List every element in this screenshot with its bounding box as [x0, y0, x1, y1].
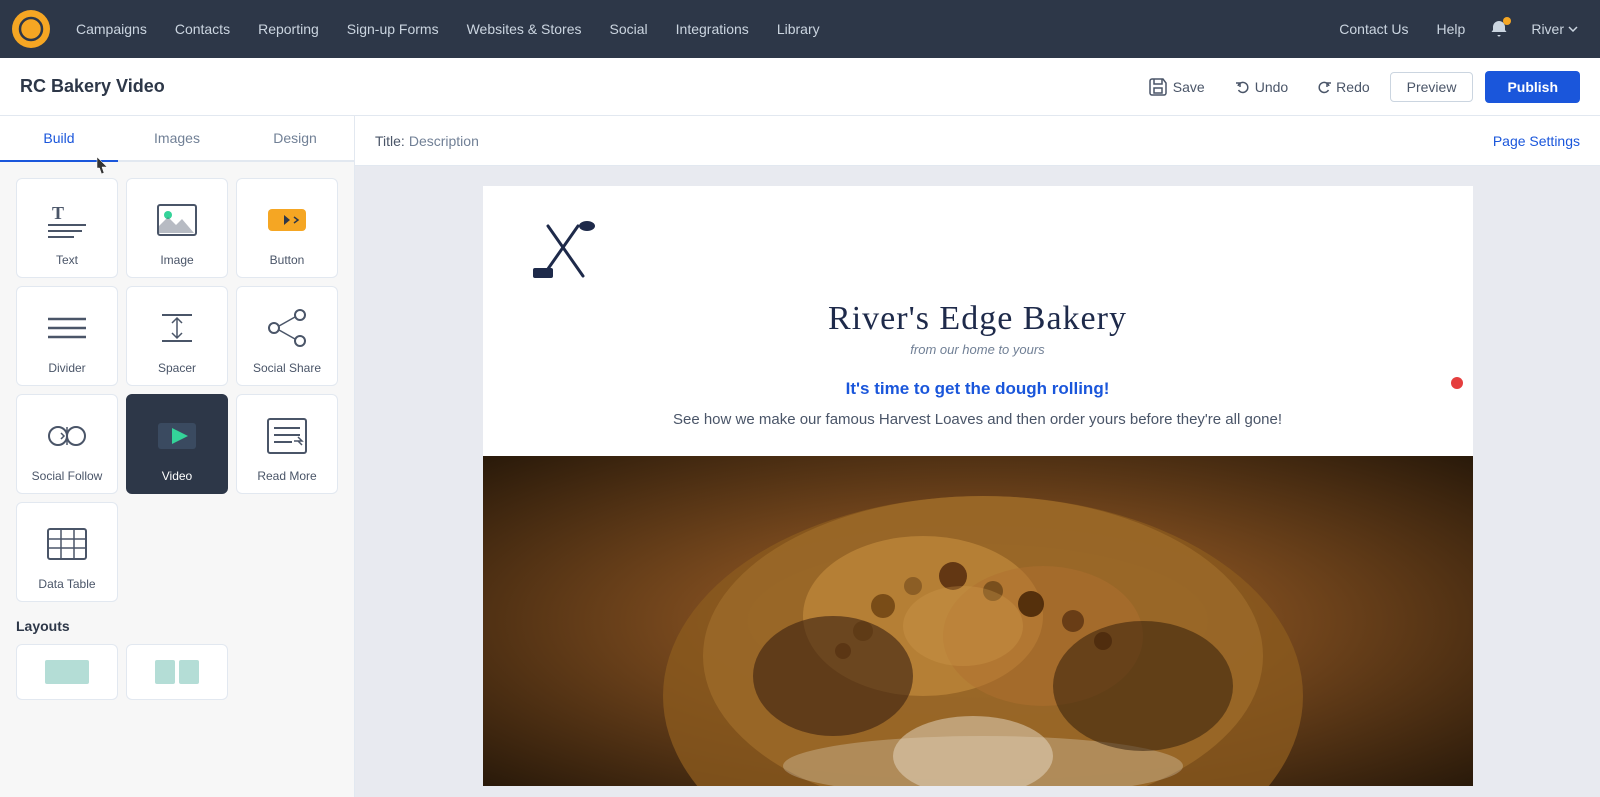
nav-contacts[interactable]: Contacts [163, 15, 242, 43]
text-icon: T [42, 195, 92, 245]
nav-integrations[interactable]: Integrations [664, 15, 761, 43]
blocks-grid: T Text [16, 178, 338, 602]
notification-dot [1503, 17, 1511, 25]
content-area[interactable]: River's Edge Bakery from our home to you… [355, 166, 1600, 797]
content-title-bar: Title: Description Page Settings [355, 116, 1600, 166]
bakery-subtext: See how we make our famous Harvest Loave… [523, 409, 1433, 432]
publish-button[interactable]: Publish [1485, 71, 1580, 103]
block-video-label: Video [162, 469, 192, 483]
block-divider[interactable]: Divider [16, 286, 118, 386]
top-navigation: Campaigns Contacts Reporting Sign-up For… [0, 0, 1600, 58]
nav-websites-stores[interactable]: Websites & Stores [455, 15, 594, 43]
bakery-headline: It's time to get the dough rolling! [846, 379, 1110, 399]
tab-design[interactable]: Design [236, 116, 354, 162]
nav-reporting[interactable]: Reporting [246, 15, 331, 43]
red-dot-indicator [1451, 377, 1463, 389]
spacer-icon [152, 303, 202, 353]
nav-right-section: Contact Us Help River [1327, 11, 1588, 47]
save-button[interactable]: Save [1139, 72, 1215, 102]
social-follow-icon [42, 411, 92, 461]
layouts-label: Layouts [16, 618, 338, 634]
button-icon [262, 195, 312, 245]
image-icon [152, 195, 202, 245]
preview-button[interactable]: Preview [1390, 72, 1474, 102]
block-social-share-label: Social Share [253, 361, 321, 375]
sub-header-actions: Save Undo Redo Preview Publish [1139, 71, 1580, 103]
nav-contact-us[interactable]: Contact Us [1327, 15, 1420, 43]
bakery-logo [523, 216, 1433, 286]
block-read-more[interactable]: Read More [236, 394, 338, 494]
block-button[interactable]: Button [236, 178, 338, 278]
logo[interactable] [12, 10, 50, 48]
block-data-table[interactable]: Data Table [16, 502, 118, 602]
block-data-table-label: Data Table [38, 577, 95, 591]
nav-social[interactable]: Social [598, 15, 660, 43]
tab-build[interactable]: Build [0, 116, 118, 162]
layout-2col[interactable] [126, 644, 228, 700]
block-divider-label: Divider [48, 361, 85, 375]
page-title: RC Bakery Video [20, 76, 165, 97]
block-spacer-label: Spacer [158, 361, 196, 375]
user-menu[interactable]: River [1521, 15, 1588, 43]
block-image-label: Image [160, 253, 193, 267]
block-text[interactable]: T Text [16, 178, 118, 278]
block-spacer[interactable]: Spacer [126, 286, 228, 386]
block-social-follow-label: Social Follow [32, 469, 103, 483]
redo-button[interactable]: Redo [1308, 73, 1377, 101]
block-read-more-label: Read More [257, 469, 316, 483]
data-table-icon [42, 519, 92, 569]
panel-content: T Text [0, 162, 354, 797]
social-share-icon [262, 303, 312, 353]
nav-library[interactable]: Library [765, 15, 832, 43]
title-value: Description [409, 133, 479, 149]
video-icon [152, 411, 202, 461]
tab-images[interactable]: Images [118, 116, 236, 162]
block-button-label: Button [270, 253, 305, 267]
main-layout: Build Images Design T [0, 116, 1600, 797]
nav-signup-forms[interactable]: Sign-up Forms [335, 15, 451, 43]
panel-tabs: Build Images Design [0, 116, 354, 162]
title-label: Title: [375, 133, 405, 149]
right-content: Title: Description Page Settings [355, 116, 1600, 797]
email-image-section [483, 456, 1473, 786]
layout-1col[interactable] [16, 644, 118, 700]
left-panel: Build Images Design T [0, 116, 355, 797]
sub-header: RC Bakery Video Save Undo Redo Preview [0, 58, 1600, 116]
nav-campaigns[interactable]: Campaigns [64, 15, 159, 43]
svg-text:T: T [52, 203, 64, 223]
page-settings-button[interactable]: Page Settings [1493, 133, 1580, 149]
nav-help[interactable]: Help [1425, 15, 1478, 43]
block-video[interactable]: Video [126, 394, 228, 494]
bread-image [483, 456, 1473, 786]
block-text-label: Text [56, 253, 78, 267]
notifications-bell[interactable] [1481, 11, 1517, 47]
block-social-follow[interactable]: Social Follow [16, 394, 118, 494]
layouts-grid [16, 644, 338, 700]
email-canvas: River's Edge Bakery from our home to you… [483, 186, 1473, 786]
block-image[interactable]: Image [126, 178, 228, 278]
bakery-tagline: from our home to yours [523, 342, 1433, 357]
content-wrapper: River's Edge Bakery from our home to you… [355, 166, 1600, 797]
block-social-share[interactable]: Social Share [236, 286, 338, 386]
undo-button[interactable]: Undo [1227, 73, 1296, 101]
bakery-name: River's Edge Bakery [523, 300, 1433, 338]
divider-icon [42, 303, 92, 353]
read-more-icon [262, 411, 312, 461]
email-header: River's Edge Bakery from our home to you… [483, 186, 1473, 456]
